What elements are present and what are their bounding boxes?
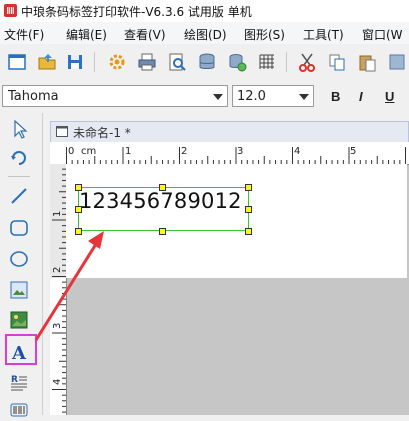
menu-tools[interactable]: 工具(T) — [303, 26, 344, 43]
document-title: 未命名-1 * — [73, 126, 131, 140]
resize-handle-bottom[interactable] — [159, 228, 166, 235]
save-icon[interactable] — [64, 51, 86, 73]
chevron-down-icon[interactable] — [209, 86, 227, 106]
text-tool-highlight-box — [5, 334, 37, 365]
cut-icon[interactable] — [296, 51, 318, 73]
more-toolbar-icon[interactable] — [386, 51, 408, 73]
ruler-h-label-0: 0 — [68, 146, 74, 157]
resize-handle-top-left[interactable] — [75, 184, 82, 191]
resize-handle-bottom-right[interactable] — [245, 228, 252, 235]
chevron-down-icon[interactable] — [295, 86, 313, 106]
menu-window[interactable]: 窗口(W — [362, 26, 403, 43]
rotate-icon[interactable] — [8, 146, 30, 168]
palette-separator — [8, 176, 30, 177]
print-preview-icon[interactable] — [166, 51, 188, 73]
settings-gear-icon[interactable] — [106, 51, 128, 73]
print-icon[interactable] — [136, 51, 158, 73]
menu-file[interactable]: 文件(F) — [4, 26, 44, 43]
document-window-icon — [56, 126, 68, 137]
resize-handle-right[interactable] — [245, 206, 252, 213]
resize-handle-bottom-left[interactable] — [75, 228, 82, 235]
menu-shape[interactable]: 图形(S) — [244, 26, 285, 43]
database-settings-icon[interactable] — [226, 51, 248, 73]
picture-tool-icon[interactable] — [8, 309, 30, 331]
resize-handle-top[interactable] — [159, 184, 166, 191]
selected-text-content[interactable]: 123456789012 — [79, 189, 242, 213]
database-icon[interactable] — [196, 51, 218, 73]
font-size-value: 12.0 — [237, 89, 266, 104]
paste-icon[interactable] — [356, 51, 378, 73]
barcode-tool-icon[interactable] — [8, 399, 30, 421]
font-family-select[interactable]: Tahoma — [2, 85, 228, 107]
grid-icon[interactable] — [256, 51, 278, 73]
resize-handle-top-right[interactable] — [245, 184, 252, 191]
ruler-h-label-2: 2 — [181, 146, 187, 157]
new-document-icon[interactable] — [6, 51, 28, 73]
title-bar: 中琅条码标签打印软件-V6.3.6 试用版 单机 — [0, 0, 409, 22]
main-toolbar — [0, 44, 409, 81]
ruler-h-label-1: 1 — [125, 146, 131, 157]
select-arrow-icon[interactable] — [8, 118, 30, 140]
tab-document[interactable]: 未命名-1 * — [50, 121, 409, 142]
ruler-corner — [50, 142, 66, 164]
tool-palette: A R — [0, 113, 43, 417]
italic-button[interactable]: I — [359, 89, 363, 104]
menu-bar: 文件(F) 编辑(E) 查看(V) 绘图(D) 图形(S) 工具(T) 窗口(W — [0, 22, 409, 44]
resize-handle-left[interactable] — [75, 206, 82, 213]
rounded-rect-tool-icon[interactable] — [8, 217, 30, 239]
ruler-unit-label: cm — [81, 146, 96, 157]
window-title: 中琅条码标签打印软件-V6.3.6 试用版 单机 — [21, 5, 252, 19]
menu-view[interactable]: 查看(V) — [124, 26, 166, 43]
ruler-v-label-1: 1 — [52, 211, 63, 217]
menu-draw[interactable]: 绘图(D) — [184, 26, 227, 43]
bold-button[interactable]: B — [331, 89, 340, 104]
format-toolbar: Tahoma 12.0 B I U — [0, 80, 409, 113]
toolbar-separator — [94, 52, 95, 72]
toolbar-separator — [286, 52, 287, 72]
ruler-h-label-3: 3 — [237, 146, 243, 157]
underline-button[interactable]: U — [385, 89, 394, 104]
font-size-select[interactable]: 12.0 — [232, 85, 314, 107]
copy-icon[interactable] — [326, 51, 348, 73]
ruler-v-label-2: 2 — [52, 267, 63, 273]
ruler-h-label-4: 4 — [294, 146, 300, 157]
ruler-v-label-4: 4 — [52, 379, 63, 385]
line-tool-icon[interactable] — [8, 185, 30, 207]
horizontal-ruler: cm 0 1 2 3 4 5 — [66, 142, 409, 165]
menu-edit[interactable]: 编辑(E) — [66, 26, 107, 43]
open-folder-icon[interactable] — [36, 51, 58, 73]
ruler-h-label-5: 5 — [350, 146, 356, 157]
rich-text-tool-icon[interactable]: R — [8, 371, 30, 393]
app-logo-icon — [4, 4, 17, 17]
ellipse-tool-icon[interactable] — [8, 248, 30, 270]
image-tool-icon[interactable] — [8, 279, 30, 301]
ruler-v-label-3: 3 — [52, 323, 63, 329]
font-family-value: Tahoma — [8, 89, 59, 104]
vertical-ruler-marks: 1 2 3 4 — [52, 168, 66, 413]
